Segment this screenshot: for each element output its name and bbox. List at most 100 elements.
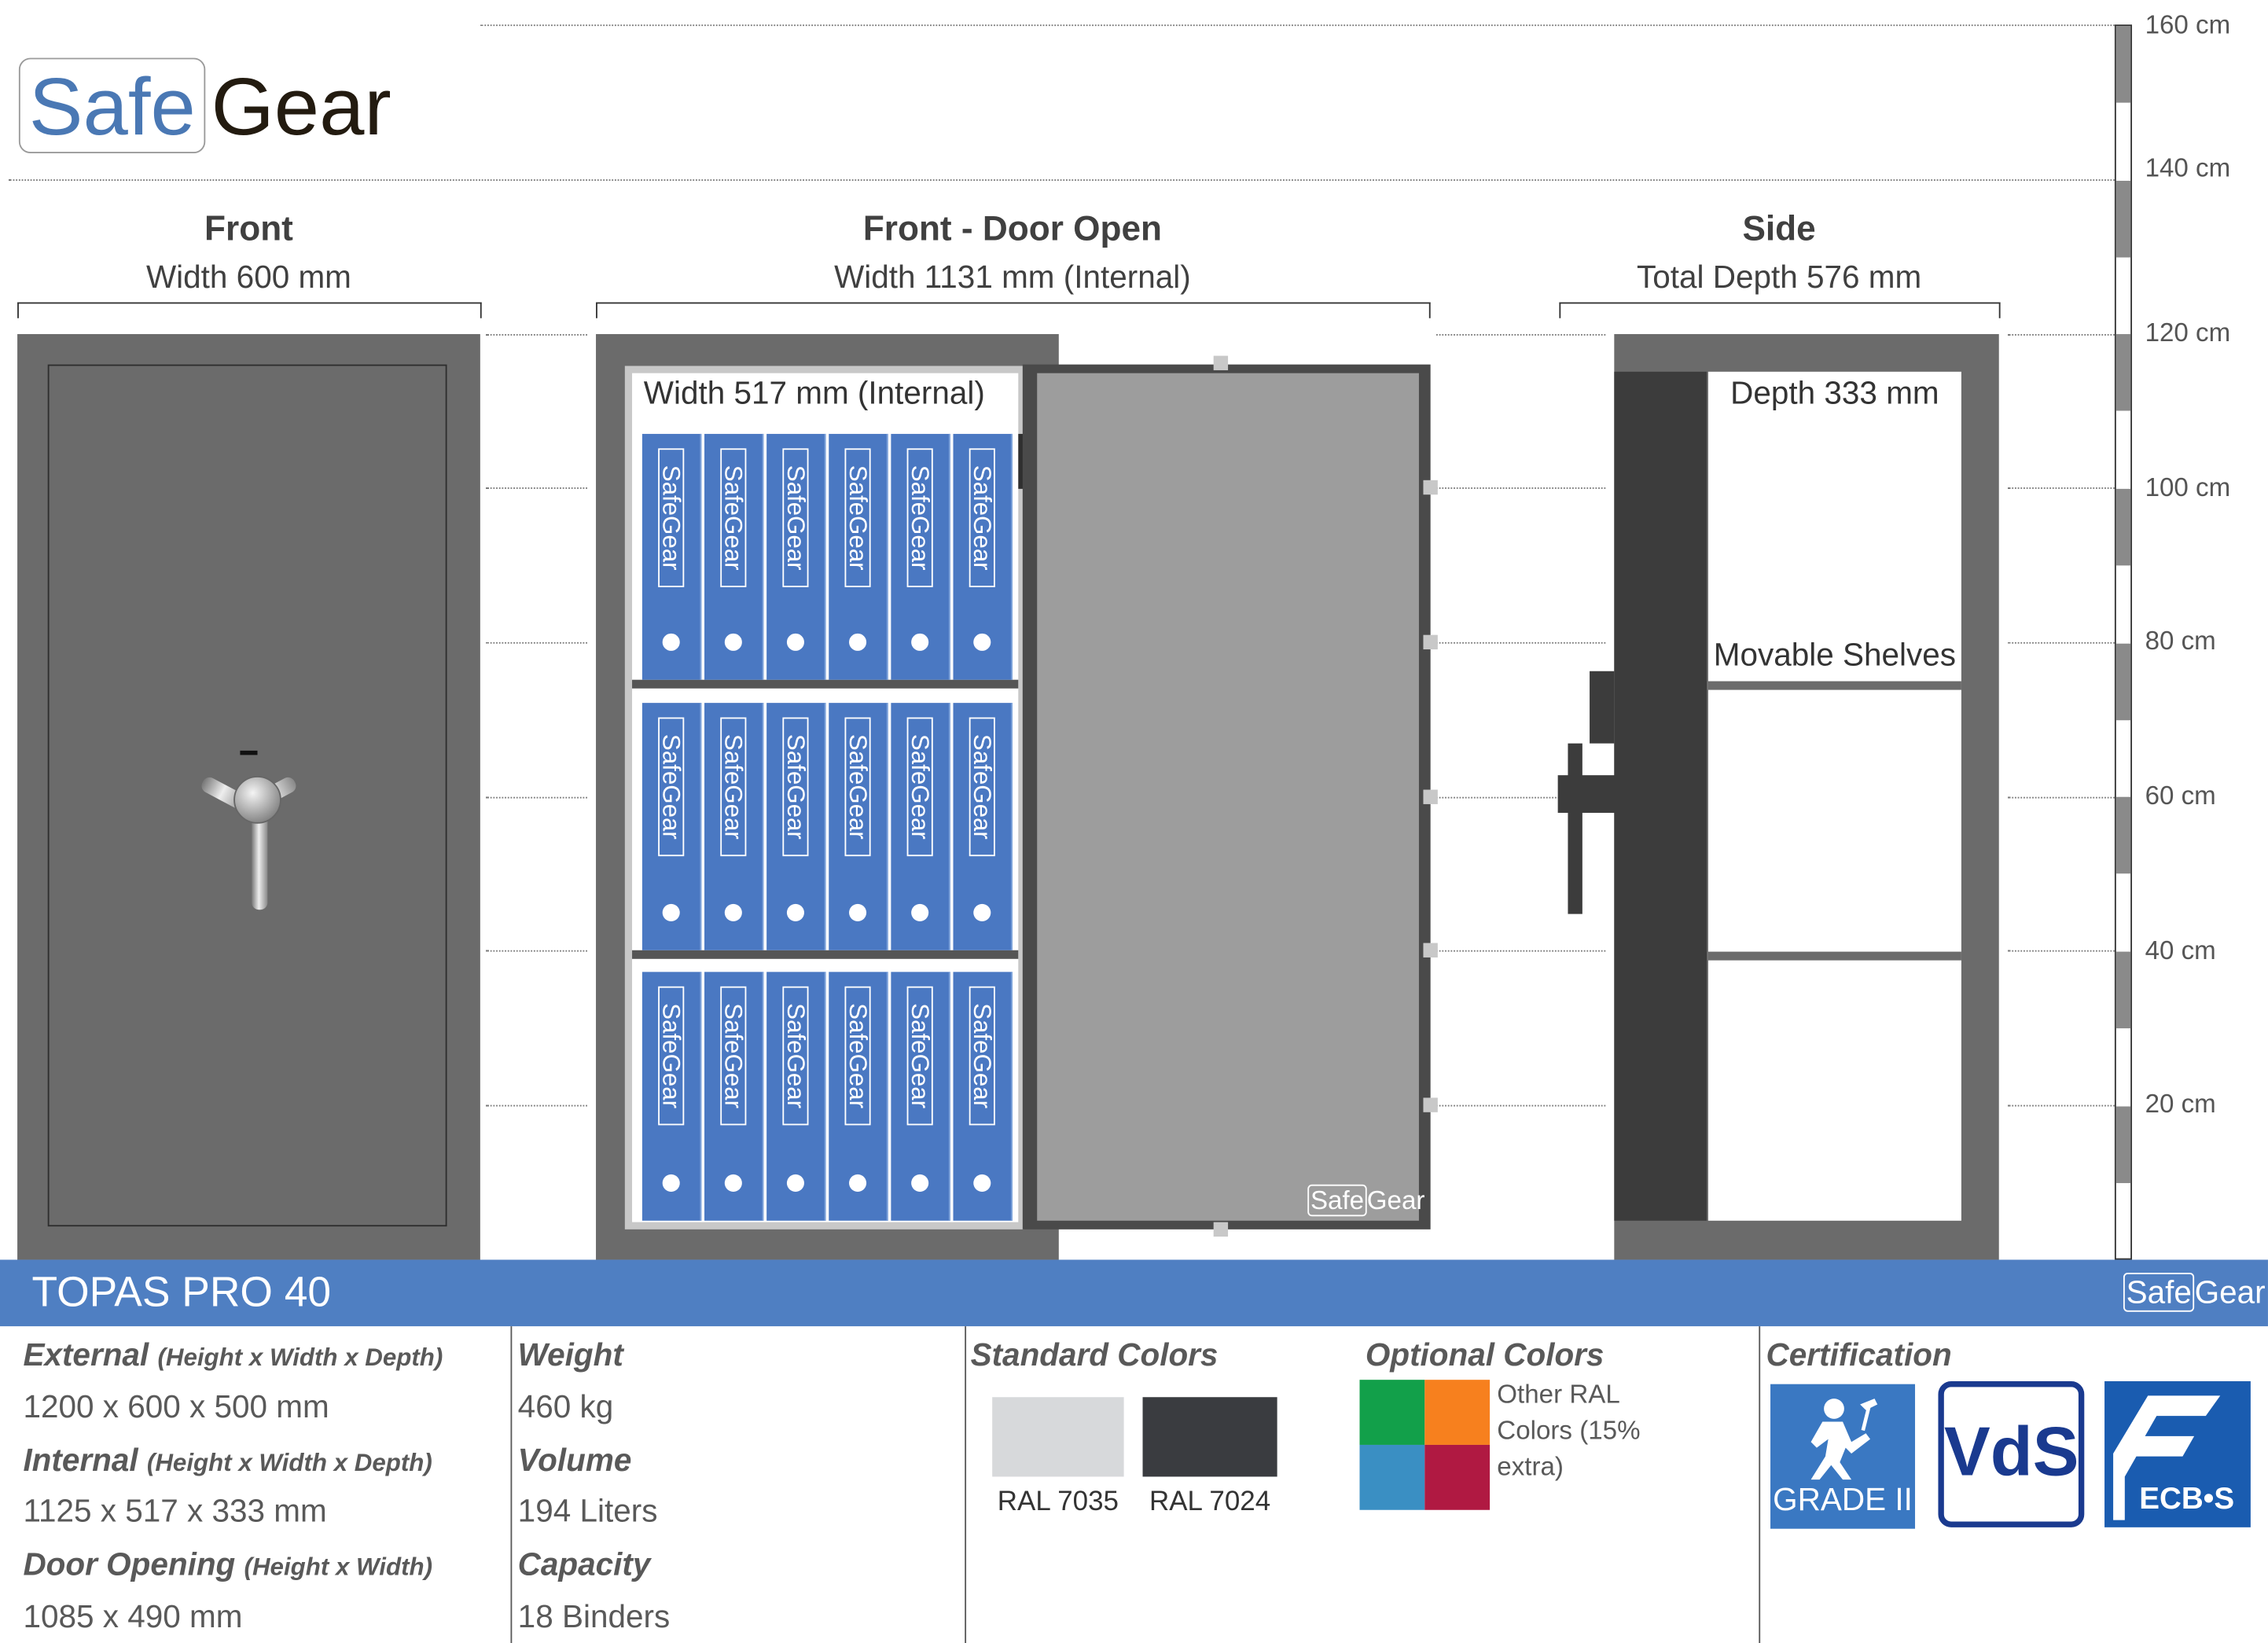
ecbs-icon: ECB•S (2104, 1381, 2251, 1527)
burglar-icon (1810, 1399, 1878, 1480)
optional-swatch-green (1359, 1380, 1425, 1445)
binder: SafeGear (829, 433, 888, 680)
scale-label-20: 20 cm (2145, 1089, 2216, 1119)
binder-label: SafeGear (781, 717, 810, 857)
binder-ring-hole (973, 1174, 991, 1192)
front-view-width: Width 600 mm (145, 259, 351, 296)
door-inner-panel (1037, 373, 1419, 1221)
scale-label-160: 160 cm (2145, 9, 2231, 39)
binder: SafeGear (891, 703, 950, 950)
internal-width-label: Width 517 mm (Internal) (643, 374, 985, 411)
scale-line-160 (480, 24, 2115, 27)
open-door: Safe Gear (1022, 364, 1431, 1229)
binder: SafeGear (891, 433, 950, 680)
banner-logo-gear: Gear (2194, 1274, 2266, 1310)
binder: SafeGear (641, 703, 702, 950)
volume-value: 194 Liters (517, 1492, 658, 1529)
separator-1 (510, 1326, 513, 1643)
binder-label-text: SafeGear (657, 1003, 686, 1108)
door-hinge-bottom (1213, 1222, 1229, 1237)
binder-ring-hole (786, 1174, 804, 1192)
color-name-ral-7035: RAL 7035 (997, 1487, 1119, 1517)
safe-front-closed (17, 333, 480, 1260)
scale-label-120: 120 cm (2145, 318, 2231, 347)
external-label: External (23, 1336, 149, 1373)
binder-label: SafeGear (969, 448, 996, 587)
binder-ring-hole (911, 903, 929, 921)
logo-safe-text: Safe (28, 61, 196, 153)
binder-ring-hole (911, 1174, 929, 1192)
optional-colors-note-2: Colors (15% (1497, 1416, 1641, 1445)
vds-icon: VdS (1938, 1381, 2085, 1527)
optional-swatch-blue (1359, 1444, 1425, 1510)
binder-label-text: SafeGear (657, 733, 686, 840)
grade-ii-icon: GRADE II (1770, 1384, 1916, 1529)
door-open-view-title: Front - Door Open (862, 209, 1163, 249)
binder: SafeGear (829, 703, 888, 950)
binder: SafeGear (766, 703, 826, 950)
optional-colors-title: Optional Colors (1365, 1336, 1605, 1373)
certification-title: Certification (1766, 1336, 1952, 1373)
door-bolt-1 (1423, 480, 1438, 495)
external-dims-title: External (Height x Width x Depth) (23, 1336, 443, 1374)
internal-note: (Height x Width x Depth) (146, 1449, 432, 1477)
binder-label: SafeGear (844, 448, 872, 587)
side-interior (1707, 371, 1961, 1221)
banner-logo-safe: Safe (2123, 1273, 2195, 1312)
binder-label: SafeGear (657, 986, 686, 1126)
binder: SafeGear (891, 972, 950, 1221)
binder-label: SafeGear (719, 717, 747, 857)
binder: SafeGear (829, 972, 888, 1221)
door-logo: Safe Gear (1307, 1184, 1424, 1217)
optional-swatch-orange (1424, 1380, 1491, 1445)
binder-label: SafeGear (844, 986, 872, 1126)
separator-3 (1759, 1326, 1761, 1643)
door-label: Door Opening (23, 1546, 236, 1582)
optional-colors-note-3: extra) (1497, 1452, 1564, 1481)
binder: SafeGear (704, 433, 764, 680)
optional-swatch-red (1424, 1444, 1491, 1510)
door-logo-safe: Safe (1307, 1184, 1367, 1217)
binder-label-text: SafeGear (781, 733, 810, 840)
binder: SafeGear (641, 433, 702, 680)
shelf-2 (632, 950, 1019, 959)
capacity-title: Capacity (517, 1546, 651, 1582)
weight-title: Weight (517, 1336, 623, 1373)
shelf-1 (632, 679, 1019, 689)
binder-label: SafeGear (969, 986, 996, 1126)
binder-label-text: SafeGear (781, 1003, 810, 1108)
binder: SafeGear (641, 972, 702, 1221)
banner-logo: Safe Gear (2123, 1273, 2266, 1312)
binder: SafeGear (704, 703, 764, 950)
front-width-bracket (17, 302, 482, 318)
grade-ii-text: GRADE II (1773, 1480, 1913, 1517)
door-hinge-top (1213, 355, 1229, 370)
binder-ring-hole (786, 903, 804, 921)
scale-label-140: 140 cm (2145, 153, 2231, 182)
binder-ring-hole (724, 1174, 742, 1192)
binder-ring-hole (724, 633, 742, 651)
optional-colors-note-1: Other RAL (1497, 1380, 1620, 1409)
binder-ring-hole (849, 633, 867, 651)
binder-ring-hole (662, 903, 680, 921)
binder-ring-hole (786, 633, 804, 651)
scale-label-60: 60 cm (2145, 781, 2216, 810)
external-note: (Height x Width x Depth) (157, 1343, 443, 1372)
front-view-title: Front (204, 209, 293, 249)
door-open-view-width: Width 1131 mm (Internal) (834, 259, 1191, 296)
door-note: (Height x Width) (244, 1553, 433, 1581)
binder-label-text: SafeGear (657, 465, 686, 571)
color-swatch-ral-7024 (1142, 1397, 1277, 1477)
binder-label-text: SafeGear (844, 465, 872, 571)
binder-label-text: SafeGear (719, 465, 748, 571)
separator-2 (965, 1326, 967, 1643)
door-bolt-4 (1423, 943, 1438, 957)
binder-label-text: SafeGear (844, 1003, 872, 1108)
vds-text: VdS (1943, 1414, 2079, 1491)
door-opening-title: Door Opening (Height x Width) (23, 1546, 432, 1584)
weight-value: 460 kg (517, 1388, 614, 1425)
binder-label-text: SafeGear (968, 733, 996, 840)
volume-title: Volume (517, 1442, 632, 1479)
binder-ring-hole (973, 903, 991, 921)
binder: SafeGear (953, 703, 1013, 950)
